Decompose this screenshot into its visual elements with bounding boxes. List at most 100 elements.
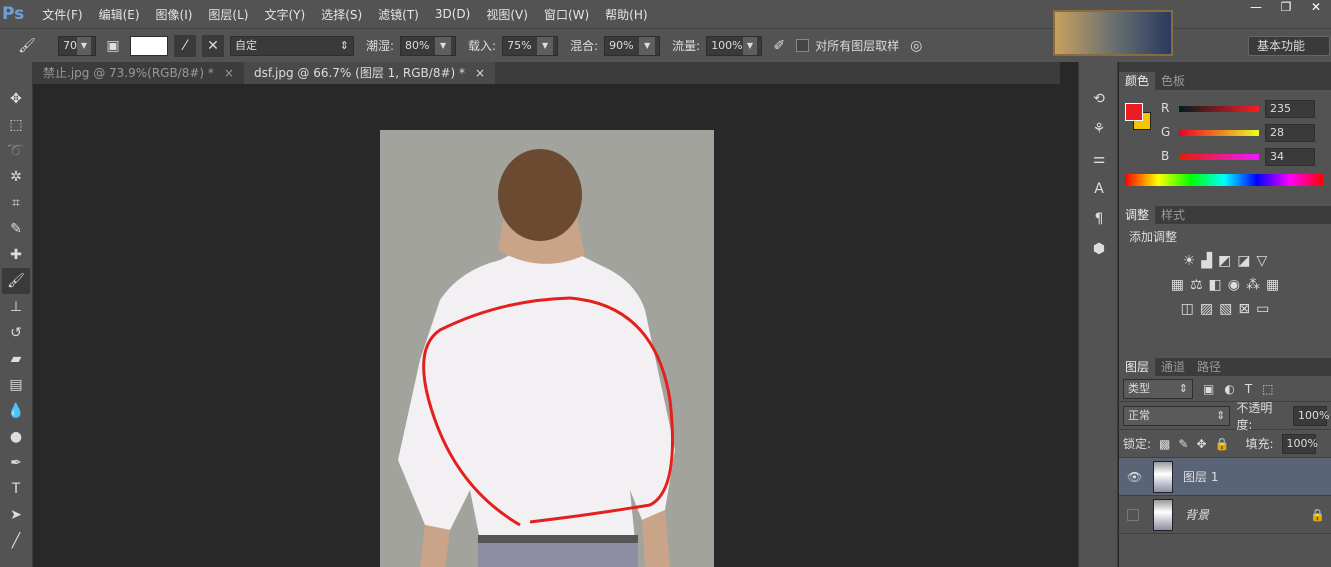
lock-position-icon[interactable]: ✥ <box>1196 437 1206 451</box>
filter-adjust-icon[interactable]: ◐ <box>1224 382 1234 396</box>
airbrush-icon[interactable]: ✐ <box>768 35 790 57</box>
mixer-brush-icon[interactable]: 🖌 <box>16 35 38 57</box>
path-select-icon[interactable]: ➤ <box>2 502 30 528</box>
photo-filter-icon[interactable]: ◉ <box>1228 277 1240 293</box>
tab-channels[interactable]: 通道 <box>1155 358 1191 376</box>
menu-select[interactable]: 选择(S) <box>313 6 370 23</box>
close-tab-icon[interactable]: × <box>475 62 485 84</box>
history-panel-icon[interactable]: ⟲ <box>1085 86 1113 112</box>
tool-presets-icon[interactable]: ⚌ <box>1085 146 1113 172</box>
document-canvas[interactable] <box>380 130 714 567</box>
sample-all-checkbox[interactable] <box>796 39 810 52</box>
menu-view[interactable]: 视图(V) <box>478 6 536 23</box>
g-input[interactable]: 28 <box>1265 124 1315 142</box>
tab-document-1[interactable]: 禁止.jpg @ 73.9%(RGB/8#) * × <box>33 62 244 84</box>
tab-document-2[interactable]: dsf.jpg @ 66.7% (图层 1, RGB/8#) * × <box>243 62 496 84</box>
menu-layer[interactable]: 图层(L) <box>200 6 256 23</box>
pen-tool-icon[interactable]: ✒ <box>2 450 30 476</box>
g-slider[interactable] <box>1179 130 1259 136</box>
selective-color-icon[interactable]: ⊠ <box>1238 301 1250 317</box>
stamp-tool-icon[interactable]: ⊥ <box>2 294 30 320</box>
b-input[interactable]: 34 <box>1265 148 1315 166</box>
load-brush-icon[interactable]: ⁄ <box>174 34 196 57</box>
curves-icon[interactable]: ◩ <box>1218 253 1231 269</box>
marquee-tool-icon[interactable]: ⬚ <box>2 112 30 138</box>
tab-styles[interactable]: 样式 <box>1155 206 1191 224</box>
lock-all-icon[interactable]: 🔒 <box>1215 437 1230 451</box>
load-input[interactable]: 75% ▼ <box>502 35 559 56</box>
filter-shape-icon[interactable]: ⬚ <box>1262 382 1273 396</box>
filter-pixel-icon[interactable]: ▣ <box>1203 382 1214 396</box>
gradient-icon[interactable]: ▤ <box>2 372 30 398</box>
bw-icon[interactable]: ◧ <box>1209 277 1222 293</box>
brush-size-picker[interactable]: 70 ▼ <box>58 35 96 56</box>
history-brush-icon[interactable]: ↺ <box>2 320 30 346</box>
layer-name[interactable]: 图层 1 <box>1183 468 1218 485</box>
line-tool-icon[interactable]: ╱ <box>2 528 30 554</box>
mixer-brush-tool-icon[interactable]: 🖌 <box>2 268 30 294</box>
foreground-color-swatch[interactable] <box>1125 103 1143 121</box>
mix-input[interactable]: 90% ▼ <box>604 35 661 56</box>
pressure-icon[interactable]: ◎ <box>905 35 927 57</box>
layer-filter-select[interactable]: 类型 ⇕ <box>1123 378 1193 399</box>
wet-input[interactable]: 80% ▼ <box>400 35 457 56</box>
hue-icon[interactable]: ▦ <box>1171 277 1184 293</box>
close-button[interactable]: ✕ <box>1301 0 1331 18</box>
color-spectrum[interactable] <box>1125 174 1323 186</box>
layer-row[interactable]: 👁 图层 1 <box>1119 458 1331 496</box>
layer-row[interactable]: 背景 🔒 <box>1119 496 1331 534</box>
threshold-icon[interactable]: ▧ <box>1219 301 1232 317</box>
close-tab-icon[interactable]: × <box>224 62 234 84</box>
menu-3d[interactable]: 3D(D) <box>427 7 478 21</box>
menu-type[interactable]: 文字(Y) <box>256 6 313 23</box>
eye-icon[interactable]: 👁 <box>1127 470 1142 484</box>
menu-edit[interactable]: 编辑(E) <box>91 6 148 23</box>
preset-select[interactable]: 自定 ⇕ <box>230 35 354 56</box>
paragraph-panel-icon[interactable]: ¶ <box>1085 206 1113 232</box>
lasso-tool-icon[interactable]: ➰ <box>2 138 30 164</box>
lock-pixels-icon[interactable]: ✎ <box>1178 437 1188 451</box>
blend-mode-select[interactable]: 正常 ⇕ <box>1123 405 1231 426</box>
posterize-icon[interactable]: ▨ <box>1200 301 1213 317</box>
workspace-select[interactable]: 基本功能 <box>1248 36 1330 56</box>
brush-panel-icon[interactable]: ▣ <box>102 35 124 57</box>
filter-type-icon[interactable]: T <box>1245 382 1252 396</box>
brightness-icon[interactable]: ☀ <box>1183 253 1196 269</box>
brush-presets-icon[interactable]: ⚘ <box>1085 116 1113 142</box>
menu-help[interactable]: 帮助(H) <box>597 6 655 23</box>
type-tool-icon[interactable]: T <box>2 476 30 502</box>
r-slider[interactable] <box>1179 106 1259 112</box>
tab-layers[interactable]: 图层 <box>1119 358 1156 376</box>
clean-brush-icon[interactable]: ✕ <box>202 34 224 57</box>
opacity-input[interactable]: 100% <box>1293 405 1329 426</box>
menu-window[interactable]: 窗口(W) <box>536 6 597 23</box>
minimize-button[interactable]: — <box>1241 0 1271 18</box>
brush-load-swatch[interactable] <box>130 35 168 56</box>
layer-name[interactable]: 背景 <box>1185 506 1209 523</box>
invert-icon[interactable]: ◫ <box>1181 301 1194 317</box>
lock-transparency-icon[interactable]: ▩ <box>1159 437 1170 451</box>
flow-input[interactable]: 100% ▼ <box>706 35 763 56</box>
3d-panel-icon[interactable]: ⬢ <box>1085 236 1113 262</box>
menu-image[interactable]: 图像(I) <box>148 6 201 23</box>
magic-wand-icon[interactable]: ✲ <box>2 164 30 190</box>
tab-color[interactable]: 颜色 <box>1119 72 1156 90</box>
menu-file[interactable]: 文件(F) <box>34 6 90 23</box>
visibility-toggle[interactable] <box>1127 508 1139 521</box>
eraser-icon[interactable]: ▰ <box>2 346 30 372</box>
levels-icon[interactable]: ▟ <box>1201 253 1212 269</box>
color-balance-icon[interactable]: ⚖ <box>1190 277 1203 293</box>
healing-brush-icon[interactable]: ✚ <box>2 242 30 268</box>
menu-filter[interactable]: 滤镜(T) <box>370 6 427 23</box>
vibrance-icon[interactable]: ▽ <box>1257 253 1268 269</box>
character-panel-icon[interactable]: A <box>1085 176 1113 202</box>
dodge-icon[interactable]: ● <box>2 424 30 450</box>
b-slider[interactable] <box>1179 154 1259 160</box>
tab-swatches[interactable]: 色板 <box>1155 72 1191 90</box>
blur-icon[interactable]: 💧 <box>2 398 30 424</box>
r-input[interactable]: 235 <box>1265 100 1315 118</box>
gradient-map-icon[interactable]: ▭ <box>1256 301 1269 317</box>
exposure-icon[interactable]: ◪ <box>1237 253 1250 269</box>
fill-input[interactable]: 100% <box>1281 433 1318 454</box>
eyedropper-icon[interactable]: ✎ <box>2 216 30 242</box>
